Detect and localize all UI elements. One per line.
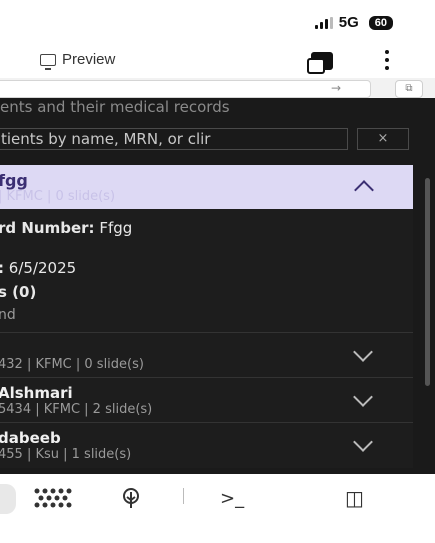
network-label: 5G — [338, 14, 359, 31]
patient-meta: 5434 | KFMC | 2 slide(s) — [0, 402, 153, 417]
date-row: : 6/5/2025 — [0, 259, 76, 277]
patient-name: fgg — [0, 171, 28, 190]
tabs-icon[interactable] — [307, 52, 333, 74]
chevron-down-icon[interactable] — [353, 432, 373, 452]
apps-icon[interactable] — [32, 487, 72, 509]
preview-button[interactable]: Preview — [40, 51, 116, 70]
status-bar: 5G 60 — [0, 0, 435, 44]
chevron-up-icon[interactable] — [354, 180, 374, 200]
slides-heading: s (0) — [0, 283, 37, 301]
record-number-row: rd Number: Ffgg — [0, 219, 132, 237]
go-arrow-icon[interactable]: → — [331, 81, 341, 95]
clear-search-button[interactable]: × — [357, 128, 409, 150]
signal-icon — [314, 16, 333, 29]
patient-list: fgg | KFMC | 0 slide(s) rd Number: Ffgg … — [0, 165, 413, 470]
patient-row[interactable]: dabeeb 455 | Ksu | 1 slide(s) — [0, 422, 413, 468]
tab-pill[interactable] — [0, 484, 16, 514]
more-menu-icon[interactable] — [384, 50, 390, 70]
device-icon[interactable]: ◫ — [345, 486, 364, 510]
patient-details: rd Number: Ffgg : 6/5/2025 s (0) nd — [0, 209, 413, 332]
monitor-icon — [40, 53, 56, 70]
patient-name: dabeeb — [0, 429, 61, 447]
bottom-toolbar: >_ ◫ — [0, 474, 435, 543]
patient-meta: 455 | Ksu | 1 slide(s) — [0, 447, 132, 462]
patient-row[interactable]: Alshmari 5434 | KFMC | 2 slide(s) — [0, 377, 413, 423]
page-subtitle: ents and their medical records — [0, 98, 230, 116]
date-value: 6/5/2025 — [8, 259, 77, 277]
url-bar: → ⧉ — [0, 78, 435, 98]
status-indicators: 5G 60 — [314, 14, 393, 31]
record-number-value: Ffgg — [99, 219, 133, 237]
patient-meta: 432 | KFMC | 0 slide(s) — [0, 357, 144, 372]
chevron-down-icon[interactable] — [353, 342, 373, 362]
scrollbar[interactable] — [425, 178, 430, 386]
tree-icon[interactable] — [120, 488, 142, 510]
record-number-label: rd Number: — [0, 219, 95, 237]
preview-label: Preview — [62, 51, 116, 68]
patient-meta: | KFMC | 0 slide(s) — [0, 189, 116, 204]
patient-name: Alshmari — [0, 384, 73, 402]
patient-card-header-expanded[interactable]: fgg | KFMC | 0 slide(s) — [0, 165, 413, 209]
toolbar-divider — [183, 488, 184, 504]
chevron-down-icon[interactable] — [353, 387, 373, 407]
browser-toolbar: Preview — [0, 44, 435, 78]
date-label: : — [0, 259, 4, 277]
patient-row[interactable]: 432 | KFMC | 0 slide(s) — [0, 332, 413, 378]
battery-icon: 60 — [368, 15, 393, 30]
patient-search-input[interactable] — [0, 128, 348, 150]
slides-status: nd — [0, 307, 16, 323]
terminal-icon[interactable]: >_ — [220, 488, 244, 509]
